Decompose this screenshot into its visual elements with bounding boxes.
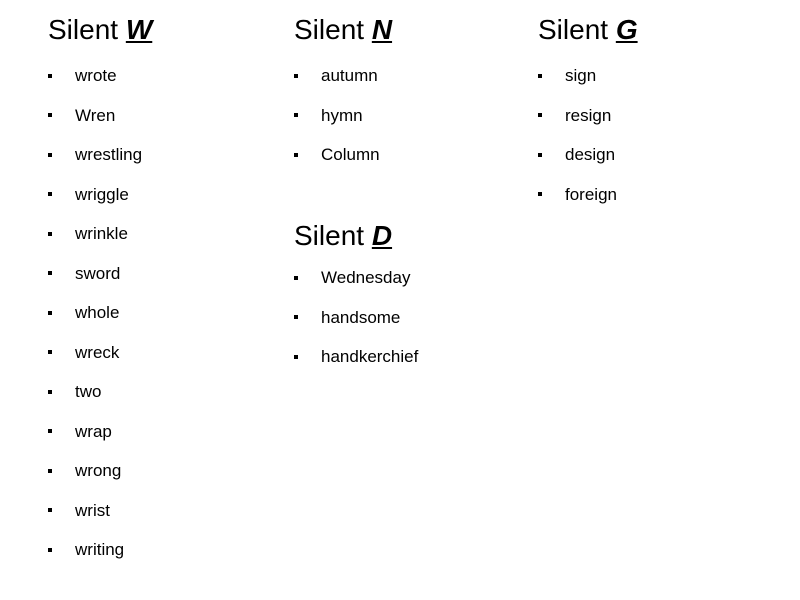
list-item-label: Column: [321, 145, 380, 164]
bullet-icon: [48, 271, 52, 276]
list-item-label: wrestling: [75, 145, 143, 164]
bullet-icon: [538, 192, 542, 197]
list-item: autumn: [294, 56, 529, 96]
section-silent-g: Silent G sign resign design foreign: [538, 16, 778, 214]
list-item: Wren: [48, 96, 278, 136]
list-item: wrinkle: [48, 214, 278, 254]
section-silent-w: Silent W wrote Wren wrestling wriggle wr…: [48, 16, 278, 570]
list-item: writing: [48, 530, 278, 570]
word-list-silent-d: Wednesday handsome handkerchief: [294, 258, 529, 377]
heading-prefix: Silent: [538, 14, 616, 45]
bullet-icon: [294, 275, 298, 280]
word-list-silent-g: sign resign design foreign: [538, 56, 778, 214]
heading-letter: D: [371, 220, 393, 251]
list-item: Wednesday: [294, 258, 529, 298]
bullet-icon: [48, 508, 52, 513]
section-heading-silent-n: Silent N: [294, 16, 529, 44]
list-item-label: wriggle: [75, 184, 129, 204]
list-item-label: Wren: [75, 105, 116, 125]
list-item-label: autumn: [321, 66, 378, 85]
heading-letter: G: [615, 14, 638, 45]
list-item: wreck: [48, 333, 278, 373]
section-heading-silent-g: Silent G: [538, 16, 778, 44]
list-item: foreign: [538, 175, 778, 215]
bullet-icon: [538, 113, 542, 118]
heading-letter: N: [371, 14, 393, 45]
bullet-icon: [294, 315, 298, 320]
heading-letter: W: [125, 14, 153, 45]
list-item-label: hymn: [321, 105, 363, 125]
list-item-label: wreck: [75, 342, 120, 362]
section-heading-silent-d: Silent D: [294, 222, 529, 250]
bullet-icon: [48, 231, 52, 236]
heading-prefix: Silent: [48, 14, 126, 45]
list-item-label: resign: [565, 105, 612, 125]
list-item-label: sword: [75, 263, 121, 283]
bullet-icon: [48, 113, 52, 118]
list-item-label: design: [565, 145, 616, 164]
list-item: whole: [48, 293, 278, 333]
list-item-label: wrist: [75, 500, 110, 520]
list-item: handkerchief: [294, 337, 529, 377]
section-silent-d: Silent D Wednesday handsome handkerchief: [294, 222, 529, 377]
list-item: two: [48, 372, 278, 412]
list-item-label: writing: [75, 540, 125, 559]
list-item-label: handkerchief: [321, 347, 419, 366]
list-item: wrote: [48, 56, 278, 96]
bullet-icon: [48, 310, 52, 315]
bullet-icon: [48, 468, 52, 473]
bullet-icon: [48, 192, 52, 197]
bullet-icon: [294, 354, 298, 359]
section-heading-silent-w: Silent W: [48, 16, 278, 44]
list-item: hymn: [294, 96, 529, 136]
list-item: wrestling: [48, 135, 278, 175]
word-list-silent-w: wrote Wren wrestling wriggle wrinkle swo…: [48, 56, 278, 570]
list-item-label: foreign: [565, 184, 617, 204]
bullet-icon: [294, 113, 298, 118]
list-item: resign: [538, 96, 778, 136]
list-item-label: Wednesday: [321, 268, 411, 287]
list-item-label: wrinkle: [75, 224, 128, 243]
list-item: wrist: [48, 491, 278, 531]
heading-prefix: Silent: [294, 14, 372, 45]
bullet-icon: [48, 350, 52, 355]
list-item: wrong: [48, 451, 278, 491]
bullet-icon: [538, 152, 542, 157]
list-item-label: wrap: [75, 421, 112, 441]
bullet-icon: [48, 429, 52, 434]
list-item-label: wrong: [75, 461, 122, 480]
list-item: wrap: [48, 412, 278, 452]
list-item: sign: [538, 56, 778, 96]
slide-canvas: Silent W wrote Wren wrestling wriggle wr…: [0, 0, 800, 600]
list-item-label: wrote: [75, 66, 117, 85]
list-item-label: whole: [75, 303, 120, 322]
list-item: wriggle: [48, 175, 278, 215]
list-item-label: sign: [565, 66, 597, 85]
list-item-label: handsome: [321, 307, 401, 327]
bullet-icon: [48, 547, 52, 552]
list-item: handsome: [294, 298, 529, 338]
word-list-silent-n: autumn hymn Column: [294, 56, 529, 175]
list-item: Column: [294, 135, 529, 175]
heading-prefix: Silent: [294, 220, 372, 251]
bullet-icon: [48, 152, 52, 157]
section-silent-n: Silent N autumn hymn Column: [294, 16, 529, 175]
bullet-icon: [48, 389, 52, 394]
list-item-label: two: [75, 382, 102, 401]
list-item: sword: [48, 254, 278, 294]
bullet-icon: [294, 73, 298, 78]
bullet-icon: [48, 73, 52, 78]
bullet-icon: [538, 73, 542, 78]
list-item: design: [538, 135, 778, 175]
bullet-icon: [294, 152, 298, 157]
